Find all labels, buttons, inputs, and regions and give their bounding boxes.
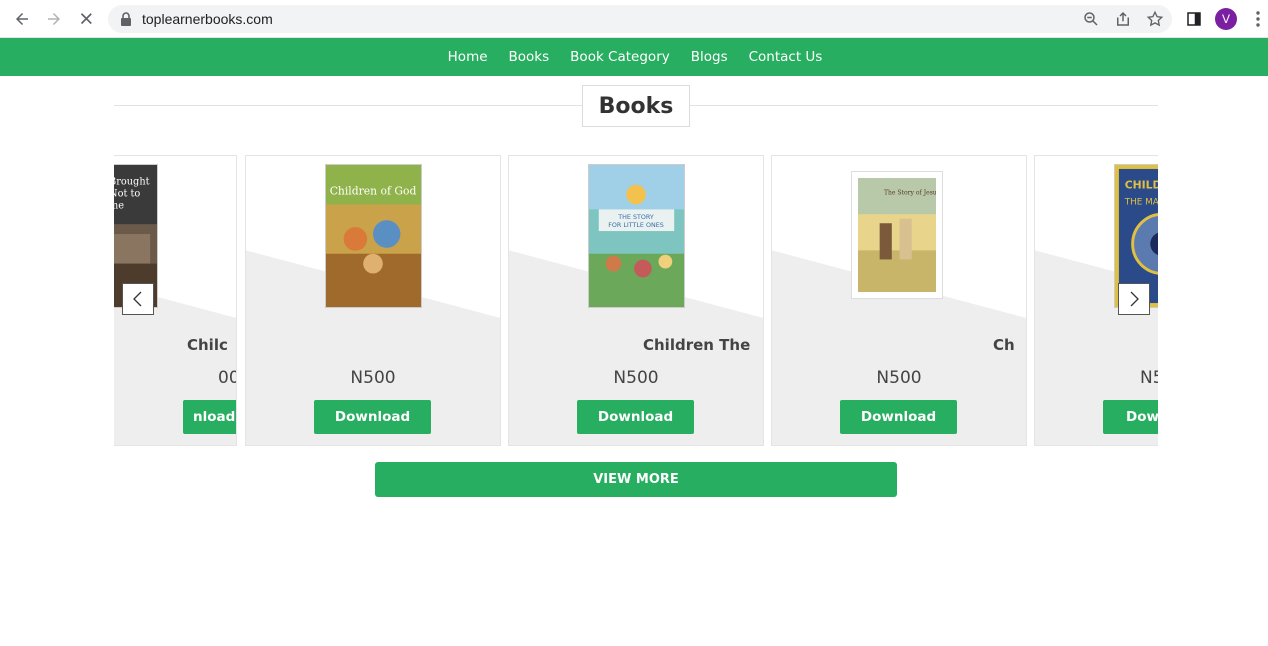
books-carousel: Brought Not to me Chilc 00 nload Childre… xyxy=(114,155,1158,447)
download-button[interactable]: Download xyxy=(314,400,431,434)
book-title[interactable]: Ch xyxy=(993,336,1015,354)
forward-icon[interactable] xyxy=(42,7,66,31)
book-cover[interactable]: Children of God xyxy=(325,164,422,308)
download-button-label: nload xyxy=(193,409,236,425)
nav-contact-us[interactable]: Contact Us xyxy=(749,49,823,65)
book-price: N500 xyxy=(876,368,922,388)
back-icon[interactable] xyxy=(10,7,34,31)
carousel-prev-button[interactable] xyxy=(122,283,154,315)
svg-text:The Story of Jesus: The Story of Jesus xyxy=(884,189,936,196)
download-button-label: Dow xyxy=(1126,409,1158,425)
svg-text:CHILDREN: CHILDREN xyxy=(1125,179,1158,192)
download-button[interactable]: Dow xyxy=(1103,400,1158,434)
nav-blogs[interactable]: Blogs xyxy=(691,49,728,65)
carousel-next-button[interactable] xyxy=(1118,283,1150,315)
svg-text:THE MARK: THE MARK xyxy=(1124,197,1158,207)
book-card: Children of God N500 Download xyxy=(245,155,501,446)
lock-icon xyxy=(121,12,131,26)
book-price: 00 xyxy=(218,368,236,388)
profile-avatar[interactable]: V xyxy=(1215,8,1237,30)
book-cover[interactable]: THE STORY FOR LITTLE ONES xyxy=(588,164,685,308)
download-button-label: Download xyxy=(860,409,937,425)
svg-text:THE STORY: THE STORY xyxy=(617,213,654,221)
book-price: N5 xyxy=(1140,368,1158,388)
book-price: N500 xyxy=(613,368,659,388)
zoom-icon[interactable] xyxy=(1082,10,1100,28)
svg-text:FOR LITTLE ONES: FOR LITTLE ONES xyxy=(608,221,664,229)
book-cover[interactable]: The Story of Jesus xyxy=(852,172,942,298)
download-button[interactable]: Download xyxy=(840,400,957,434)
book-card: THE STORY FOR LITTLE ONES Children The N… xyxy=(508,155,764,446)
menu-icon[interactable] xyxy=(1249,10,1267,28)
star-icon[interactable] xyxy=(1146,10,1164,28)
nav-books[interactable]: Books xyxy=(509,49,550,65)
nav-home[interactable]: Home xyxy=(448,49,488,65)
svg-text:Not to: Not to xyxy=(114,189,140,200)
chevron-right-icon xyxy=(1130,291,1139,307)
share-icon[interactable] xyxy=(1114,10,1132,28)
address-bar[interactable]: toplearnerbooks.com xyxy=(108,5,1172,33)
side-panel-icon[interactable] xyxy=(1185,10,1203,28)
svg-text:Children of God: Children of God xyxy=(330,185,417,198)
download-button[interactable]: Download xyxy=(577,400,694,434)
url-text[interactable]: toplearnerbooks.com xyxy=(142,11,273,27)
browser-toolbar: toplearnerbooks.com V xyxy=(0,0,1268,38)
view-more-button[interactable]: VIEW MORE xyxy=(375,462,897,497)
section-title: Books xyxy=(582,85,690,127)
download-button-label: Download xyxy=(334,409,411,425)
download-button-label: Download xyxy=(597,409,674,425)
cover-text: Brought xyxy=(114,177,150,188)
book-price: N500 xyxy=(350,368,396,388)
main-navigation: Home Books Book Category Blogs Contact U… xyxy=(0,38,1268,76)
stop-icon[interactable] xyxy=(74,7,98,31)
chevron-left-icon xyxy=(133,291,142,307)
book-title[interactable]: Children The xyxy=(643,336,750,354)
download-button[interactable]: nload xyxy=(183,400,236,434)
nav-book-category[interactable]: Book Category xyxy=(570,49,670,65)
svg-text:me: me xyxy=(114,200,124,211)
book-card: The Story of Jesus Ch N500 Download xyxy=(771,155,1027,446)
book-title[interactable]: Chilc xyxy=(187,336,228,354)
